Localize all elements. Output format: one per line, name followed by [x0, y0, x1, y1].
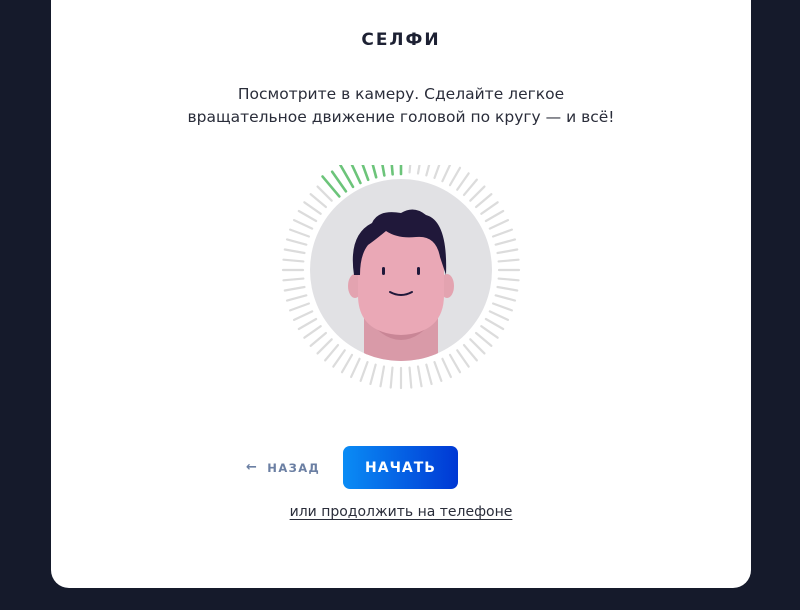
progress-tick [484, 317, 505, 331]
progress-tick [494, 294, 517, 302]
progress-tick [379, 365, 386, 388]
progress-tick [292, 310, 314, 321]
progress-tick [488, 219, 510, 230]
progress-tick [408, 366, 413, 389]
progress-tick [289, 302, 311, 312]
progress-tick [309, 193, 328, 209]
progress-tick [462, 343, 478, 362]
progress-tick [491, 228, 513, 238]
progress-tick [480, 201, 499, 215]
continue-on-phone-link[interactable]: или продолжить на телефоне [51, 504, 751, 520]
instruction-text: Посмотрите в камеру. Сделайте легкое вра… [51, 83, 751, 129]
progress-tick [316, 338, 333, 355]
progress-tick-done [368, 152, 378, 179]
progress-tick [297, 209, 318, 223]
progress-tick [494, 238, 517, 246]
progress-tick [496, 285, 519, 292]
selfie-illustration [276, 146, 526, 415]
progress-tick-done [378, 148, 386, 177]
back-button[interactable]: ← НАЗАД [246, 460, 320, 475]
progress-tick [433, 360, 443, 382]
progress-tick [416, 365, 423, 388]
progress-ring [281, 146, 521, 390]
progress-tick [441, 161, 452, 183]
progress-tick [496, 248, 519, 255]
progress-tick [480, 325, 499, 339]
progress-tick [282, 277, 305, 282]
progress-tick [340, 353, 354, 374]
progress-tick [416, 152, 423, 175]
progress-tick [497, 277, 520, 282]
progress-tick [369, 363, 377, 386]
progress-tick [469, 338, 486, 355]
progress-tick [491, 302, 513, 312]
progress-tick-done [348, 159, 362, 185]
instruction-line-2: вращательное движение головой по кругу —… [187, 108, 615, 126]
progress-tick [285, 294, 308, 302]
progress-tick-done [389, 149, 394, 176]
progress-tick [316, 185, 333, 202]
progress-tick [282, 258, 305, 263]
progress-tick [448, 166, 462, 187]
progress-tick [359, 360, 369, 382]
progress-tick [289, 228, 311, 238]
progress-tick [456, 349, 470, 368]
progress-tick [462, 178, 478, 197]
progress-tick [350, 357, 361, 379]
start-button[interactable]: НАЧАТЬ [343, 446, 458, 489]
progress-tick [303, 325, 322, 339]
back-label: НАЗАД [267, 460, 321, 475]
progress-tick [303, 201, 322, 215]
arrow-left-icon: ← [246, 460, 259, 475]
progress-tick [324, 343, 340, 362]
progress-tick [332, 349, 346, 368]
progress-tick [389, 366, 394, 389]
progress-tick [433, 158, 443, 180]
page-title: СЕЛФИ [361, 30, 441, 50]
progress-tick [309, 331, 328, 347]
progress-tick [469, 185, 486, 202]
progress-tick [474, 193, 493, 209]
progress-tick [283, 285, 306, 292]
progress-tick [297, 317, 318, 331]
progress-tick [283, 248, 306, 255]
progress-tick [488, 310, 510, 321]
progress-tick [441, 357, 452, 379]
progress-tick [448, 353, 462, 374]
progress-tick [456, 172, 470, 191]
progress-tick [285, 238, 308, 246]
progress-tick [425, 363, 433, 386]
progress-tick [474, 331, 493, 347]
progress-tick [408, 151, 413, 174]
selfie-card: СЕЛФИ Посмотрите в камеру. Сделайте легк… [51, 0, 751, 588]
progress-tick [425, 154, 433, 177]
instruction-line-1: Посмотрите в камеру. Сделайте легкое [237, 85, 565, 103]
progress-tick [497, 258, 520, 263]
start-label: НАЧАТЬ [365, 459, 436, 476]
progress-tick [484, 209, 505, 223]
progress-tick [292, 219, 314, 230]
progress-tick-done [357, 154, 370, 182]
